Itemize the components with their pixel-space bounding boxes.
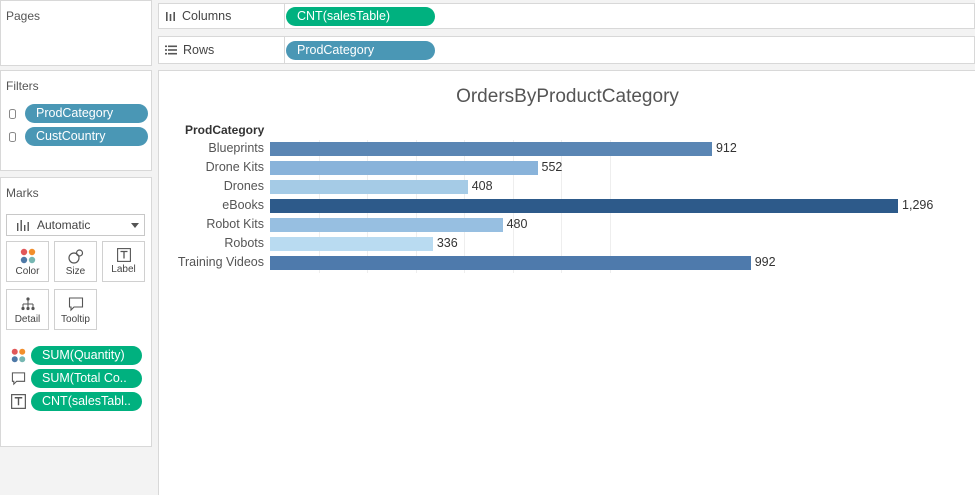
filters-card[interactable]: Filters ProdCategory CustCountry (0, 70, 152, 171)
bar[interactable] (270, 161, 538, 175)
bar-value-label: 552 (541, 160, 563, 174)
mark-field-tooltip[interactable]: SUM(Total Co.. (11, 369, 142, 388)
rows-label: Rows (183, 43, 215, 57)
mark-type-label: Automatic (37, 218, 91, 232)
bar-value-label: 992 (754, 255, 776, 269)
database-icon (9, 108, 16, 119)
pages-title: Pages (6, 9, 41, 23)
mark-pill-count[interactable]: CNT(salesTabl.. (31, 392, 142, 411)
category-label[interactable]: eBooks (222, 198, 264, 212)
rows-divider (284, 37, 285, 63)
size-icon (67, 249, 83, 264)
tooltip-icon (11, 372, 26, 386)
bar[interactable] (270, 180, 468, 194)
label-icon (116, 248, 131, 262)
detail-button-label: Detail (14, 314, 41, 325)
label-button[interactable]: Label (102, 241, 145, 282)
tooltip-button[interactable]: Tooltip (54, 289, 97, 330)
detail-icon (20, 297, 35, 311)
filter-item-prodcategory[interactable]: ProdCategory (9, 104, 148, 123)
columns-label: Columns (182, 9, 232, 23)
columns-shelf[interactable]: Columns CNT(salesTable) (158, 3, 975, 29)
database-icon (9, 131, 16, 142)
rows-shelf-label: Rows (165, 37, 214, 63)
color-button[interactable]: Color (6, 241, 49, 282)
color-icon (20, 248, 35, 264)
mark-field-color[interactable]: SUM(Quantity) (11, 346, 142, 365)
left-panel-empty-area (0, 451, 152, 495)
filters-title: Filters (6, 79, 39, 93)
rows-pill[interactable]: ProdCategory (286, 41, 435, 60)
mark-pill-quantity[interactable]: SUM(Quantity) (31, 346, 142, 365)
bar[interactable] (270, 237, 433, 251)
label-icon (11, 394, 26, 409)
category-label[interactable]: Blueprints (208, 141, 264, 155)
filter-pill-prodcategory[interactable]: ProdCategory (25, 104, 148, 123)
bar-chart-icon (17, 220, 29, 231)
tooltip-icon (68, 297, 83, 312)
category-label[interactable]: Robots (224, 236, 264, 250)
marks-card[interactable]: Marks Automatic Color Size Label Detail … (0, 177, 152, 447)
size-button[interactable]: Size (54, 241, 97, 282)
columns-pill[interactable]: CNT(salesTable) (286, 7, 435, 26)
view-area[interactable]: OrdersByProductCategory ProdCategory Blu… (158, 70, 975, 495)
category-label[interactable]: Drone Kits (206, 160, 264, 174)
category-label[interactable]: Drones (224, 179, 264, 193)
bar-value-label: 912 (715, 141, 737, 155)
mark-type-dropdown[interactable]: Automatic (6, 214, 145, 236)
pages-card[interactable]: Pages (0, 0, 152, 66)
category-label[interactable]: Robot Kits (206, 217, 264, 231)
size-button-label: Size (65, 266, 86, 277)
category-label[interactable]: Training Videos (178, 255, 264, 269)
columns-divider (284, 4, 285, 28)
detail-button[interactable]: Detail (6, 289, 49, 330)
bar[interactable] (270, 256, 751, 270)
marks-title: Marks (6, 186, 39, 200)
tooltip-button-label: Tooltip (61, 314, 90, 325)
bar[interactable] (270, 218, 503, 232)
color-button-label: Color (15, 266, 40, 277)
chevron-down-icon (131, 223, 139, 228)
mark-field-label[interactable]: CNT(salesTabl.. (11, 392, 142, 411)
label-button-label: Label (111, 264, 136, 275)
mark-pill-total[interactable]: SUM(Total Co.. (31, 369, 142, 388)
bar-value-label: 336 (436, 236, 458, 250)
bar[interactable] (270, 199, 899, 213)
filter-pill-custcountry[interactable]: CustCountry (25, 127, 148, 146)
rows-icon (165, 45, 177, 55)
bar-value-label: 1,296 (902, 198, 934, 212)
columns-icon (166, 11, 175, 21)
columns-shelf-label: Columns (165, 4, 231, 28)
bar-value-label: 480 (506, 217, 528, 231)
rows-shelf[interactable]: Rows ProdCategory (158, 36, 975, 64)
color-icon (11, 348, 26, 363)
chart-area: Blueprints 912 Drone Kits 552 Drones 408 eBook… (159, 71, 975, 495)
filter-item-custcountry[interactable]: CustCountry (9, 127, 148, 146)
bar[interactable] (270, 142, 712, 156)
bar-value-label: 408 (471, 179, 493, 193)
